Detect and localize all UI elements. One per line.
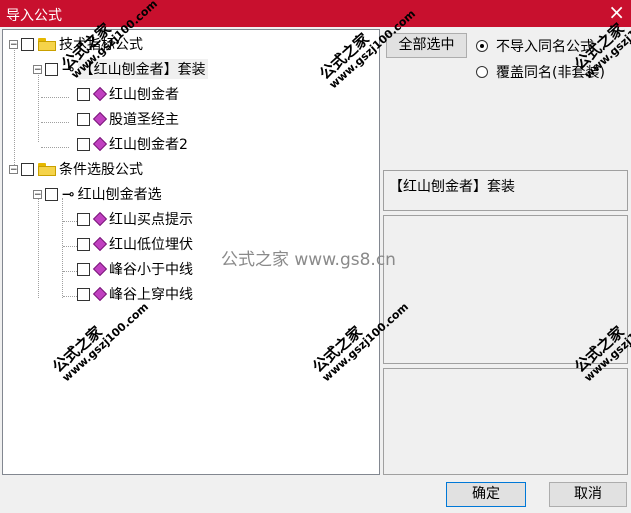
tree-leaf[interactable]: 红山刨金者 <box>77 83 179 105</box>
tree-leaf-label: 红山刨金者 <box>109 87 179 103</box>
key-icon: ⊸ <box>62 185 75 203</box>
formula-icon <box>94 237 106 251</box>
folder-icon <box>38 162 56 176</box>
tree-leaf-label: 峰谷小于中线 <box>109 262 193 278</box>
formula-icon <box>94 87 106 101</box>
import-formula-dialog: 导入公式 × − 技术指标公式 − ⊸ 【红山刨金者】套装 红山刨金者 股道圣经… <box>0 0 631 513</box>
checkbox[interactable] <box>77 237 90 251</box>
checkbox[interactable] <box>45 62 58 76</box>
tree-leaf[interactable]: 红山低位埋伏 <box>77 233 193 255</box>
checkbox[interactable] <box>77 212 90 226</box>
checkbox[interactable] <box>77 137 90 151</box>
collapse-icon[interactable]: − <box>9 164 18 174</box>
description-panel <box>383 215 628 364</box>
tree-node-stock-selection[interactable]: − 条件选股公式 <box>9 158 143 180</box>
tree-leaf[interactable]: 红山刨金者2 <box>77 133 188 155</box>
checkbox[interactable] <box>77 87 90 101</box>
tree-node-label: 条件选股公式 <box>59 162 143 178</box>
watermark-text: 公式之家 www.gs8.cn <box>221 250 396 270</box>
collapse-icon[interactable]: − <box>33 64 42 74</box>
tree-leaf-label: 股道圣经主 <box>109 112 179 128</box>
checkbox[interactable] <box>77 112 90 126</box>
collapse-icon[interactable]: − <box>9 39 18 49</box>
tree-leaf[interactable]: 股道圣经主 <box>77 108 179 130</box>
formula-icon <box>94 287 106 301</box>
tree-node-sub[interactable]: − ⊸ 红山刨金者选 <box>33 183 162 205</box>
collapse-icon[interactable]: − <box>33 189 42 199</box>
formula-icon <box>94 262 106 276</box>
tree-leaf[interactable]: 峰谷小于中线 <box>77 258 193 280</box>
checkbox[interactable] <box>21 37 34 51</box>
checkbox[interactable] <box>21 162 34 176</box>
radio-button[interactable] <box>476 66 488 78</box>
tree-node-label: 红山刨金者选 <box>77 187 162 203</box>
ok-button[interactable]: 确定 <box>446 482 526 507</box>
tree-leaf[interactable]: 红山买点提示 <box>77 208 193 230</box>
checkbox[interactable] <box>77 287 90 301</box>
radio-skip-same-name[interactable]: 不导入同名公式 <box>476 36 594 56</box>
formula-icon <box>94 137 106 151</box>
radio-button[interactable] <box>476 40 488 52</box>
formula-icon <box>94 112 106 126</box>
cancel-button[interactable]: 取消 <box>549 482 627 507</box>
tree-leaf-label: 红山低位埋伏 <box>109 237 193 253</box>
checkbox[interactable] <box>77 262 90 276</box>
title-bar: 导入公式 × <box>0 0 631 27</box>
formula-icon <box>94 212 106 226</box>
tree-leaf-label: 红山刨金者2 <box>109 137 188 153</box>
checkbox[interactable] <box>45 187 58 201</box>
select-all-button[interactable]: 全部选中 <box>386 33 467 58</box>
tree-leaf-label: 红山买点提示 <box>109 212 193 228</box>
window-title: 导入公式 <box>6 8 62 24</box>
folder-icon <box>38 37 56 51</box>
info-text: 【红山刨金者】套装 <box>389 179 515 195</box>
detail-panel <box>383 368 628 475</box>
